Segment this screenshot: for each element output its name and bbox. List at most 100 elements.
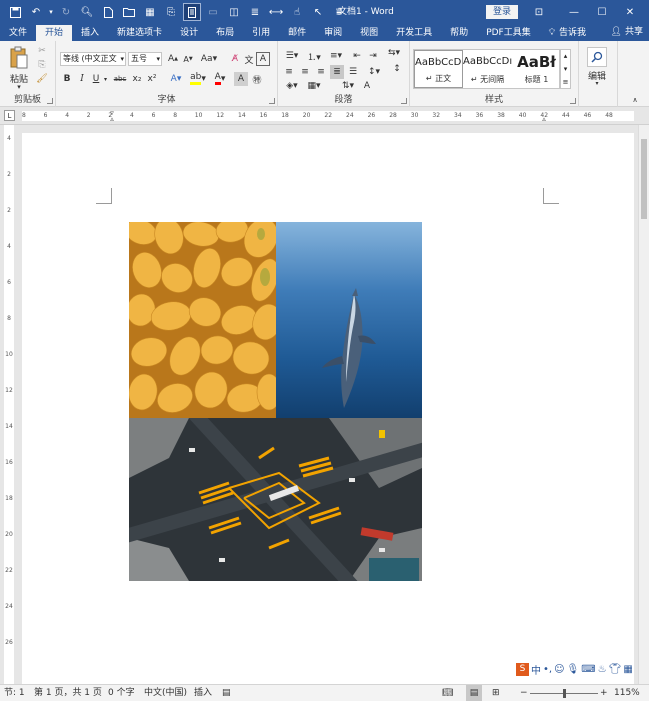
paste-dropdown-icon[interactable]: ▾ [14, 83, 24, 91]
format-painter-icon[interactable]: 🖌︎ [36, 73, 48, 85]
tab-12[interactable]: PDF工具集 [477, 25, 540, 41]
bold-button[interactable]: B [60, 72, 74, 86]
maximize-icon[interactable]: ☐ [588, 0, 616, 24]
ime-grid-icon[interactable]: ▦ [623, 664, 632, 675]
vertical-scrollbar[interactable] [638, 125, 649, 684]
align-right-icon[interactable]: ≡ [314, 65, 328, 79]
style-item-1[interactable]: AaBbCcDı ↵ 无间隔 [463, 50, 512, 88]
save-icon[interactable] [6, 3, 24, 21]
intersection-image[interactable] [129, 418, 422, 581]
enclose-char-icon[interactable]: ㊕ [250, 72, 264, 86]
zoom-slider-thumb[interactable] [563, 689, 566, 698]
font-name-select[interactable]: 等线 (中文正文 ▾ [60, 52, 126, 66]
copy-icon[interactable]: ⎘ [36, 59, 48, 71]
highlight-icon[interactable]: ab ▾ [188, 72, 208, 86]
increase-indent-icon[interactable]: ⇥ [366, 49, 380, 63]
minimize-icon[interactable]: — [560, 0, 588, 24]
font-color-icon[interactable]: A ▾ [210, 72, 230, 86]
asian-layout-icon[interactable]: A [360, 79, 374, 93]
gallery-scroll[interactable]: ▴ ▾ ≡ [560, 49, 571, 89]
select-cursor-icon[interactable]: ↖ [309, 3, 327, 21]
distributed-icon[interactable]: ☰ [346, 65, 360, 79]
section-indicator[interactable]: 节: 1 [4, 685, 25, 701]
phonetic-guide-icon[interactable]: 文 [242, 52, 256, 66]
style-item-2[interactable]: AaBł 标题 1 [512, 50, 561, 88]
collapse-ribbon-icon[interactable]: ∧ [630, 95, 640, 105]
font-size-select[interactable]: 五号 ▾ [128, 52, 162, 66]
ime-voice-icon[interactable]: 🎙︎ [567, 664, 580, 675]
underline-button[interactable]: U [90, 72, 102, 86]
login-button[interactable]: 登录 [486, 5, 518, 19]
shading-icon[interactable]: ◈▾ [282, 79, 302, 93]
macro-record-icon[interactable]: ▤ [222, 685, 231, 701]
styles-launcher-icon[interactable] [570, 98, 576, 104]
scrollbar-thumb[interactable] [641, 139, 647, 219]
tab-5[interactable]: 布局 [207, 25, 243, 41]
numbering-icon[interactable]: ⒈▾ [304, 49, 324, 63]
search-icon[interactable] [587, 47, 607, 67]
print-preview-icon[interactable]: 🔍︎ [78, 3, 96, 21]
tab-2[interactable]: 插入 [72, 25, 108, 41]
columns-icon[interactable]: ◫ [225, 3, 243, 21]
insert-mode[interactable]: 插入 [194, 685, 212, 701]
width-icon[interactable]: ⟷ [267, 3, 285, 21]
ime-skin-icon[interactable]: ♨ [598, 664, 607, 675]
line-spacing-icon[interactable]: ≣ [246, 3, 264, 21]
read-mode-icon[interactable] [183, 3, 201, 21]
strikethrough-button[interactable]: abc [112, 72, 128, 86]
zoom-level[interactable]: 115% [614, 685, 640, 701]
line-spacing-icon[interactable]: ↕▾ [364, 65, 384, 79]
show-marks-icon[interactable]: ↕ [390, 63, 404, 75]
left-indent-marker-icon[interactable]: ▿ ▵ [108, 108, 116, 124]
new-document-icon[interactable] [99, 3, 117, 21]
shrink-font-icon[interactable]: A ▼ [181, 52, 195, 66]
chinese-layout-icon[interactable]: ⇆▾ [384, 47, 404, 59]
export-icon[interactable]: ⎘ [162, 3, 180, 21]
language-indicator[interactable]: 中文(中国) [144, 685, 187, 701]
web-layout-view-icon[interactable]: ⊞ [492, 685, 500, 701]
tab-9[interactable]: 视图 [351, 25, 387, 41]
tab-8[interactable]: 审阅 [315, 25, 351, 41]
text-effects-icon[interactable]: A▾ [166, 72, 186, 86]
close-icon[interactable]: ✕ [616, 0, 644, 24]
touch-mode-icon[interactable]: ☝ [288, 3, 306, 21]
share-button[interactable]: 👤︎ 共享 [611, 24, 643, 40]
ime-emoji-icon[interactable]: ☺ [554, 664, 564, 675]
italic-button[interactable]: I [75, 72, 89, 86]
open-folder-icon[interactable] [120, 3, 138, 21]
page-indicator[interactable]: 第 1 页，共 1 页 [34, 685, 102, 701]
zoom-in-icon[interactable]: + [600, 685, 608, 701]
tab-11[interactable]: 帮助 [441, 25, 477, 41]
superscript-button[interactable]: x² [145, 72, 159, 86]
char-shading-icon[interactable]: A [234, 72, 248, 86]
ime-chinese-mode-icon[interactable]: 中 [531, 662, 541, 677]
right-indent-marker-icon[interactable]: ▵ [540, 115, 548, 123]
clear-format-icon[interactable]: A̸ [228, 52, 242, 66]
undo-dropdown-icon[interactable]: ▾ [48, 3, 54, 21]
editing-dropdown-icon[interactable]: ▾ [593, 79, 601, 87]
ime-shirt-icon[interactable]: 👕︎ [609, 664, 622, 675]
gallery-down-icon[interactable]: ▾ [564, 65, 568, 73]
multilevel-list-icon[interactable]: ≡▾ [326, 49, 346, 63]
document-area[interactable] [18, 125, 638, 684]
paragraph-launcher-icon[interactable] [401, 98, 407, 104]
change-case-icon[interactable]: Aa▾ [200, 52, 218, 66]
sort-icon[interactable]: ⇅▾ [338, 79, 358, 93]
zoom-out-icon[interactable]: − [520, 685, 528, 701]
table-icon[interactable]: ▭ [204, 3, 222, 21]
ime-punctuation-icon[interactable]: •, [543, 664, 552, 675]
tell-me-box[interactable]: 💡︎ 告诉我 [540, 25, 595, 41]
horizontal-ruler[interactable]: L 8 6 4 2 2 4 6 8 10 12 14 16 18 20 22 24 26 28 30 32 34 36 38… [0, 107, 649, 125]
ime-logo-icon[interactable]: S [516, 662, 529, 676]
align-left-icon[interactable]: ≡ [282, 65, 296, 79]
paste-icon[interactable] [8, 45, 30, 71]
ime-keyboard-icon[interactable]: ⌨ [581, 664, 595, 675]
borders-icon[interactable]: ▦▾ [304, 79, 324, 93]
tab-6[interactable]: 引用 [243, 25, 279, 41]
tab-1[interactable]: 开始 [36, 25, 73, 41]
gallery-up-icon[interactable]: ▴ [564, 52, 568, 60]
vertical-ruler[interactable]: 4 2 2 4 6 8 10 12 14 16 18 20 22 24 26 [0, 125, 18, 684]
tab-10[interactable]: 开发工具 [387, 25, 441, 41]
subscript-button[interactable]: x₂ [130, 72, 144, 86]
char-border-icon[interactable]: A [256, 52, 270, 66]
